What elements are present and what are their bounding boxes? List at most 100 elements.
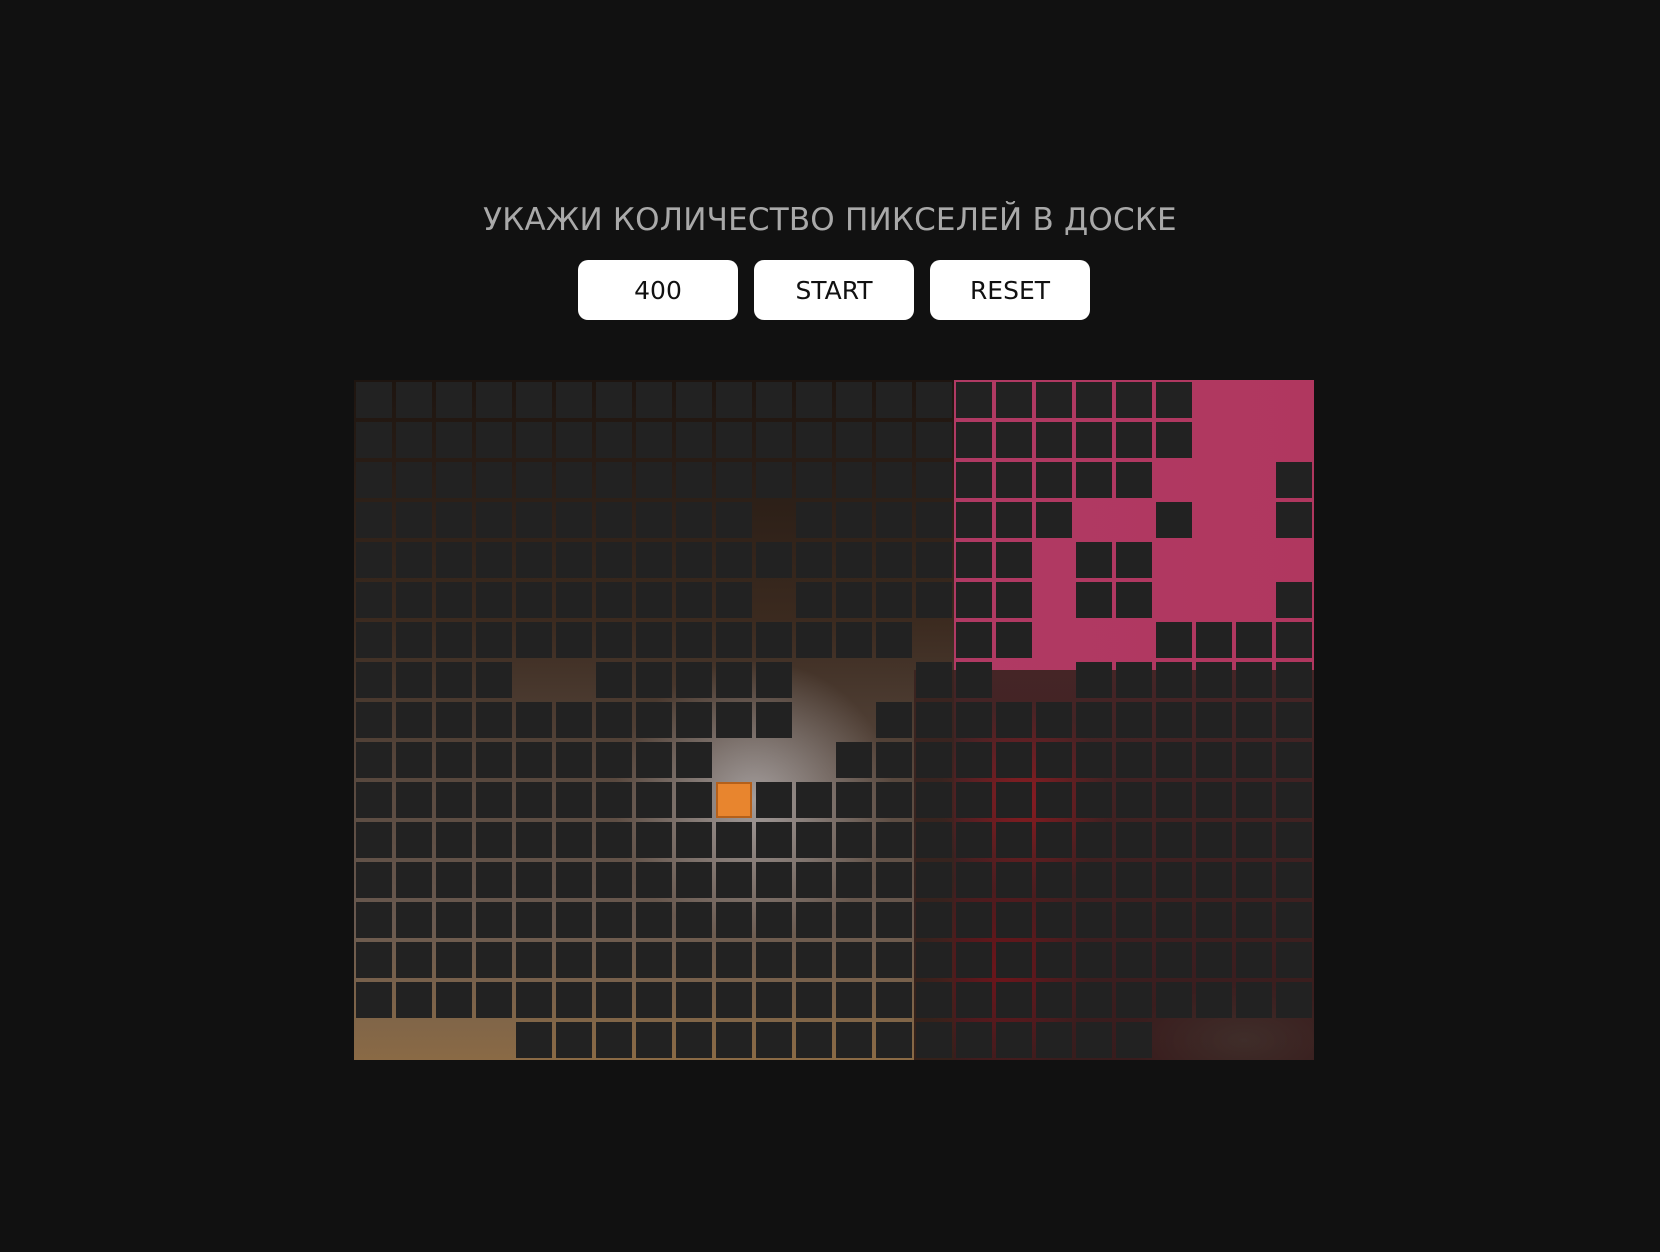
board-tile[interactable] bbox=[354, 820, 394, 860]
board-tile[interactable] bbox=[514, 580, 554, 620]
board-tile[interactable] bbox=[1074, 860, 1114, 900]
board-tile[interactable] bbox=[1074, 540, 1114, 580]
board-tile[interactable] bbox=[474, 700, 514, 740]
board-tile[interactable] bbox=[1194, 860, 1234, 900]
board-tile[interactable] bbox=[434, 460, 474, 500]
board-tile[interactable] bbox=[674, 740, 714, 780]
board-tile[interactable] bbox=[634, 780, 674, 820]
board-tile[interactable] bbox=[954, 740, 994, 780]
board-tile[interactable] bbox=[1114, 740, 1154, 780]
board-tile[interactable] bbox=[834, 380, 874, 420]
board-tile[interactable] bbox=[674, 900, 714, 940]
board-tile[interactable] bbox=[674, 860, 714, 900]
board-tile[interactable] bbox=[474, 460, 514, 500]
revealed-tile[interactable] bbox=[1194, 420, 1234, 460]
board-tile[interactable] bbox=[914, 460, 954, 500]
board-tile[interactable] bbox=[394, 420, 434, 460]
board-tile[interactable] bbox=[1074, 940, 1114, 980]
board-tile[interactable] bbox=[1274, 940, 1314, 980]
board-tile[interactable] bbox=[914, 580, 954, 620]
board-tile[interactable] bbox=[794, 980, 834, 1020]
board-tile[interactable] bbox=[914, 740, 954, 780]
board-tile[interactable] bbox=[514, 540, 554, 580]
board-tile[interactable] bbox=[874, 1020, 914, 1060]
board-tile[interactable] bbox=[1074, 900, 1114, 940]
board-tile[interactable] bbox=[994, 860, 1034, 900]
reset-button[interactable]: RESET bbox=[930, 260, 1090, 320]
board-tile[interactable] bbox=[1274, 500, 1314, 540]
revealed-tile[interactable] bbox=[1234, 1020, 1274, 1060]
board-tile[interactable] bbox=[914, 820, 954, 860]
board-tile[interactable] bbox=[794, 860, 834, 900]
board-tile[interactable] bbox=[354, 420, 394, 460]
board-tile[interactable] bbox=[834, 780, 874, 820]
board-tile[interactable] bbox=[914, 900, 954, 940]
board-tile[interactable] bbox=[954, 940, 994, 980]
board-tile[interactable] bbox=[834, 500, 874, 540]
board-tile[interactable] bbox=[954, 660, 994, 700]
board-tile[interactable] bbox=[474, 580, 514, 620]
revealed-tile[interactable] bbox=[794, 700, 834, 740]
board-tile[interactable] bbox=[794, 620, 834, 660]
board-tile[interactable] bbox=[1114, 460, 1154, 500]
board-tile[interactable] bbox=[1194, 740, 1234, 780]
board-tile[interactable] bbox=[1074, 700, 1114, 740]
board-tile[interactable] bbox=[674, 380, 714, 420]
board-tile[interactable] bbox=[1194, 940, 1234, 980]
game-board[interactable] bbox=[354, 380, 1314, 1060]
board-tile[interactable] bbox=[354, 780, 394, 820]
board-tile[interactable] bbox=[594, 700, 634, 740]
board-tile[interactable] bbox=[994, 740, 1034, 780]
board-tile[interactable] bbox=[514, 980, 554, 1020]
board-tile[interactable] bbox=[1074, 380, 1114, 420]
board-tile[interactable] bbox=[674, 540, 714, 580]
board-tile[interactable] bbox=[434, 540, 474, 580]
board-tile[interactable] bbox=[754, 700, 794, 740]
board-tile[interactable] bbox=[394, 940, 434, 980]
board-tile[interactable] bbox=[1274, 820, 1314, 860]
board-tile[interactable] bbox=[1114, 540, 1154, 580]
board-tile[interactable] bbox=[754, 420, 794, 460]
board-tile[interactable] bbox=[874, 580, 914, 620]
board-tile[interactable] bbox=[874, 740, 914, 780]
board-tile[interactable] bbox=[874, 540, 914, 580]
board-tile[interactable] bbox=[434, 660, 474, 700]
board-tile[interactable] bbox=[794, 580, 834, 620]
board-tile[interactable] bbox=[1274, 660, 1314, 700]
board-tile[interactable] bbox=[634, 500, 674, 540]
board-tile[interactable] bbox=[1154, 740, 1194, 780]
board-tile[interactable] bbox=[954, 380, 994, 420]
revealed-tile[interactable] bbox=[1034, 580, 1074, 620]
board-tile[interactable] bbox=[1274, 580, 1314, 620]
board-tile[interactable] bbox=[1034, 420, 1074, 460]
board-tile[interactable] bbox=[834, 740, 874, 780]
board-tile[interactable] bbox=[634, 660, 674, 700]
board-tile[interactable] bbox=[1074, 580, 1114, 620]
board-tile[interactable] bbox=[434, 580, 474, 620]
revealed-tile[interactable] bbox=[1234, 580, 1274, 620]
board-tile[interactable] bbox=[1154, 700, 1194, 740]
board-tile[interactable] bbox=[394, 780, 434, 820]
revealed-tile[interactable] bbox=[1194, 540, 1234, 580]
board-tile[interactable] bbox=[674, 980, 714, 1020]
board-tile[interactable] bbox=[994, 420, 1034, 460]
board-tile[interactable] bbox=[1154, 660, 1194, 700]
revealed-tile[interactable] bbox=[434, 1020, 474, 1060]
board-tile[interactable] bbox=[354, 540, 394, 580]
board-tile[interactable] bbox=[954, 700, 994, 740]
board-tile[interactable] bbox=[1114, 900, 1154, 940]
board-tile[interactable] bbox=[994, 620, 1034, 660]
board-tile[interactable] bbox=[474, 740, 514, 780]
revealed-tile[interactable] bbox=[394, 1020, 434, 1060]
board-tile[interactable] bbox=[994, 580, 1034, 620]
board-tile[interactable] bbox=[354, 700, 394, 740]
board-tile[interactable] bbox=[394, 820, 434, 860]
board-tile[interactable] bbox=[1034, 460, 1074, 500]
revealed-tile[interactable] bbox=[1194, 460, 1234, 500]
board-tile[interactable] bbox=[714, 940, 754, 980]
board-tile[interactable] bbox=[434, 940, 474, 980]
board-tile[interactable] bbox=[874, 620, 914, 660]
board-tile[interactable] bbox=[794, 940, 834, 980]
revealed-tile[interactable] bbox=[1274, 1020, 1314, 1060]
board-tile[interactable] bbox=[474, 820, 514, 860]
